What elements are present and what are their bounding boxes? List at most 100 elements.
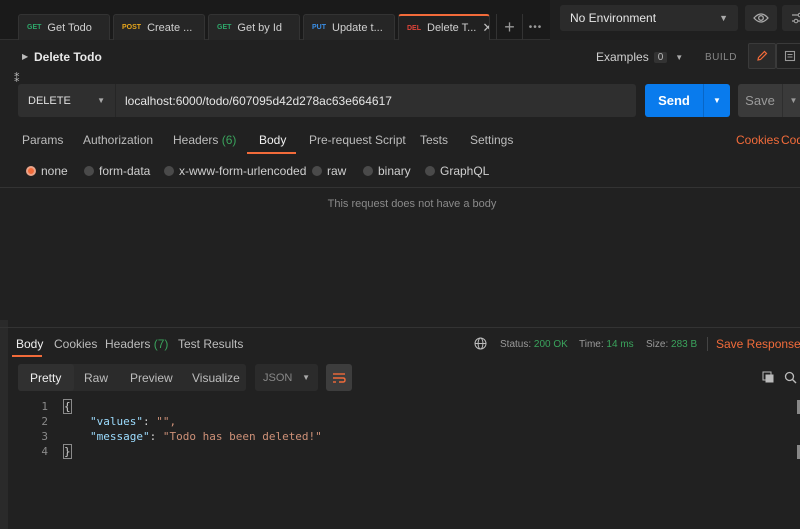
tab-settings[interactable]: Settings bbox=[470, 133, 513, 147]
headers-count: (6) bbox=[221, 133, 237, 147]
radio-raw[interactable]: raw bbox=[312, 164, 346, 178]
tab-delete-todo[interactable]: DEL Delete T... ✕ bbox=[398, 14, 490, 40]
radio-label: x-www-form-urlencoded bbox=[179, 164, 307, 178]
url-bar: DELETE ▼ Send ▼ Save ▼ bbox=[0, 84, 800, 118]
response-tab-test-results[interactable]: Test Results bbox=[178, 337, 243, 351]
response-status[interactable]: Status: 200 OK bbox=[500, 339, 568, 350]
response-headers-label: Headers bbox=[105, 337, 151, 351]
language-select[interactable]: JSON ▼ bbox=[255, 364, 318, 391]
format-preview[interactable]: Preview bbox=[130, 371, 173, 385]
wrap-lines-icon[interactable] bbox=[326, 364, 352, 391]
tab-tests[interactable]: Tests bbox=[420, 133, 448, 147]
radio-dot bbox=[164, 166, 174, 176]
code-line: 2 "values": "", bbox=[0, 415, 800, 430]
response-size[interactable]: Size: 283 B bbox=[646, 339, 697, 350]
tab-pre-request-script[interactable]: Pre-request Script bbox=[309, 133, 406, 147]
chevron-down-icon: ▼ bbox=[675, 52, 684, 62]
radio-graphql[interactable]: GraphQL bbox=[425, 164, 489, 178]
code-text: "values": "", bbox=[90, 415, 177, 428]
save-options-chevron-icon[interactable]: ▼ bbox=[782, 84, 800, 117]
tab-get-by-id[interactable]: GET Get by Id bbox=[208, 14, 300, 40]
save-button[interactable]: Save bbox=[738, 84, 782, 117]
request-name[interactable]: Delete Todo bbox=[34, 50, 102, 64]
response-tab-body[interactable]: Body bbox=[16, 337, 43, 351]
line-number: 3 bbox=[41, 430, 48, 443]
empty-body-message: This request does not have a body bbox=[327, 198, 497, 210]
tab-update-todo[interactable]: PUT Update t... bbox=[303, 14, 395, 40]
code-line: 3 "message": "Todo has been deleted!" bbox=[0, 430, 800, 445]
code-text: "message": "Todo has been deleted!" bbox=[90, 430, 322, 443]
format-raw[interactable]: Raw bbox=[84, 371, 108, 385]
tab-label: Update t... bbox=[332, 21, 383, 34]
radio-dot bbox=[363, 166, 373, 176]
request-name-bar: ▶ Delete Todo Examples 0 ▼ BUILD bbox=[0, 40, 800, 74]
examples-dropdown[interactable]: Examples 0 ▼ bbox=[596, 50, 683, 64]
more-tabs-icon[interactable]: ••• bbox=[522, 14, 548, 40]
globe-icon[interactable] bbox=[474, 337, 487, 350]
divider bbox=[0, 187, 800, 188]
save-response-label: Save Response bbox=[716, 337, 800, 351]
tab-params[interactable]: Params bbox=[22, 133, 63, 147]
copy-icon[interactable] bbox=[762, 371, 775, 384]
separator bbox=[707, 337, 708, 351]
tab-method: PUT bbox=[312, 24, 326, 31]
active-tab-indicator bbox=[12, 355, 42, 357]
tab-headers[interactable]: Headers (6) bbox=[173, 133, 236, 147]
response-divider[interactable] bbox=[0, 327, 800, 328]
tab-method: GET bbox=[217, 24, 232, 31]
radio-label: none bbox=[41, 164, 68, 178]
tab-authorization[interactable]: Authorization bbox=[83, 133, 153, 147]
radio-label: GraphQL bbox=[440, 164, 490, 178]
new-tab-plus-icon[interactable]: + bbox=[496, 14, 522, 40]
code-line: 1 { bbox=[0, 399, 800, 415]
tab-body[interactable]: Body bbox=[259, 133, 286, 147]
environment-selected: No Environment bbox=[570, 11, 657, 25]
tab-get-todo[interactable]: GET Get Todo bbox=[18, 14, 110, 40]
send-options-chevron-icon[interactable]: ▼ bbox=[703, 84, 730, 117]
send-button[interactable]: Send bbox=[645, 84, 703, 117]
tab-create-todo[interactable]: POST Create ... bbox=[113, 14, 205, 40]
tab-method: POST bbox=[122, 24, 142, 31]
format-visualize[interactable]: Visualize bbox=[192, 371, 240, 385]
tab-label: Create ... bbox=[147, 21, 193, 34]
size-value: 283 B bbox=[671, 339, 698, 350]
build-mode-label: BUILD bbox=[705, 52, 737, 63]
radio-none[interactable]: none bbox=[26, 164, 68, 178]
response-format-bar: Pretty Raw Preview Visualize JSON ▼ bbox=[0, 364, 800, 392]
tab-method: DEL bbox=[407, 24, 421, 32]
environment-select[interactable]: No Environment ▼ bbox=[560, 5, 738, 31]
request-url-input[interactable] bbox=[116, 84, 636, 117]
examples-count: 0 bbox=[653, 51, 668, 63]
status-label: Status: bbox=[500, 339, 532, 350]
response-time[interactable]: Time: 14 ms bbox=[579, 339, 634, 350]
close-tab-icon[interactable]: ✕ bbox=[482, 20, 489, 36]
save-response-button[interactable]: Save Response ▼ bbox=[716, 337, 800, 351]
collapse-triangle-icon[interactable]: ▶ bbox=[22, 52, 28, 61]
response-tab-headers[interactable]: Headers (7) bbox=[105, 337, 168, 351]
format-pretty[interactable]: Pretty bbox=[30, 371, 61, 385]
environment-quick-look-eye-icon[interactable] bbox=[745, 5, 777, 31]
language-value: JSON bbox=[263, 371, 293, 384]
request-config-tabs: Params Authorization Headers (6) Body Pr… bbox=[0, 126, 800, 154]
edit-pencil-icon[interactable] bbox=[748, 43, 776, 69]
radio-binary[interactable]: binary bbox=[363, 164, 411, 178]
code-link[interactable]: Cod bbox=[781, 133, 800, 147]
tab-label: Get Todo bbox=[47, 21, 92, 34]
size-label: Size: bbox=[646, 339, 669, 350]
tab-label: Get by Id bbox=[237, 21, 283, 34]
http-method-select[interactable]: DELETE ▼ bbox=[18, 84, 116, 117]
code-text: { bbox=[63, 399, 72, 414]
chevron-down-icon: ▼ bbox=[97, 96, 105, 105]
radio-x-www-form-urlencoded[interactable]: x-www-form-urlencoded bbox=[164, 164, 306, 178]
response-body-code-view[interactable]: 1 { 2 "values": "", 3 "message": "Todo h… bbox=[0, 398, 800, 468]
cookies-link[interactable]: Cookies bbox=[736, 133, 779, 147]
line-number: 4 bbox=[41, 445, 48, 458]
radio-label: raw bbox=[327, 164, 347, 178]
manage-environments-sliders-icon[interactable] bbox=[782, 5, 800, 31]
search-icon[interactable] bbox=[784, 371, 797, 384]
response-tabs: Body Cookies Headers (7) Test Results St… bbox=[0, 330, 800, 358]
radio-form-data[interactable]: form-data bbox=[84, 164, 150, 178]
response-tab-cookies[interactable]: Cookies bbox=[54, 337, 97, 351]
documentation-icon[interactable] bbox=[776, 43, 800, 69]
line-number: 2 bbox=[41, 415, 48, 428]
